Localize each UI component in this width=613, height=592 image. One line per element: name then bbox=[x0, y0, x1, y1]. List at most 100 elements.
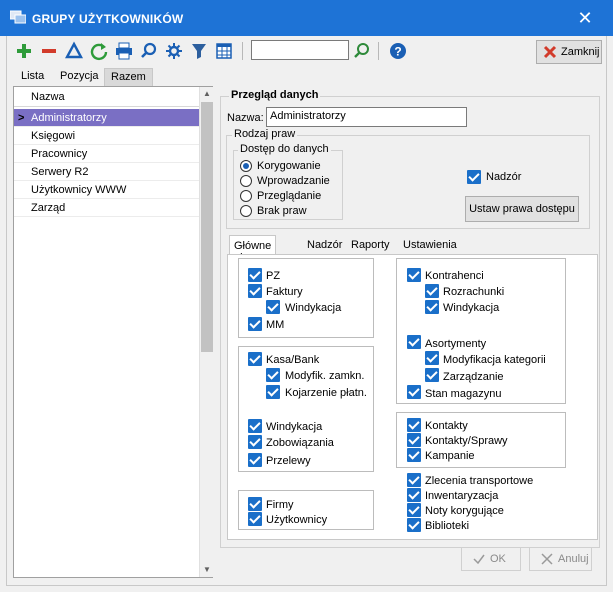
checkbox-zlecenia[interactable] bbox=[407, 473, 421, 487]
checkbox-zobowiazania[interactable] bbox=[248, 435, 262, 449]
checkbox-kojarzenie[interactable] bbox=[266, 385, 280, 399]
svg-text:?: ? bbox=[394, 45, 401, 59]
ok-button[interactable]: OK bbox=[461, 547, 521, 571]
radio-label: Wprowadzanie bbox=[257, 175, 330, 187]
plus-icon[interactable] bbox=[14, 41, 34, 61]
checkbox-label: Kojarzenie płatn. bbox=[285, 387, 367, 399]
list-header[interactable]: Nazwa bbox=[14, 87, 200, 107]
toolbar-separator bbox=[378, 42, 379, 60]
checkbox-windykacja-kontrahenci[interactable] bbox=[425, 300, 439, 314]
search-icon[interactable] bbox=[139, 41, 159, 61]
filter-icon[interactable] bbox=[189, 41, 209, 61]
radio-korygowanie[interactable] bbox=[240, 160, 252, 172]
checkbox-label: PZ bbox=[266, 270, 281, 282]
window-close-icon[interactable]: ✕ bbox=[572, 6, 598, 30]
radio-wprowadzanie[interactable] bbox=[240, 175, 252, 187]
check-icon bbox=[473, 554, 485, 565]
scroll-down-icon[interactable]: ▼ bbox=[200, 563, 214, 577]
ok-button-label: OK bbox=[490, 553, 506, 565]
list-item[interactable]: Księgowi bbox=[14, 127, 200, 145]
list-item[interactable]: Użytkownicy WWW bbox=[14, 181, 200, 199]
checkbox-stan-magazynu[interactable] bbox=[407, 385, 421, 399]
checkbox-kontakty[interactable] bbox=[407, 418, 421, 432]
checkbox-label: Noty korygujące bbox=[425, 505, 504, 517]
checkbox-windykacja[interactable] bbox=[248, 419, 262, 433]
triangle-icon[interactable] bbox=[64, 41, 84, 61]
row-marker: > bbox=[18, 112, 25, 124]
list-item[interactable]: > Administratorzy bbox=[14, 109, 200, 127]
checkbox-label: Inwentaryzacja bbox=[425, 490, 499, 502]
checkbox-label: Biblioteki bbox=[425, 520, 470, 532]
checkbox-label: Windykacja bbox=[266, 421, 323, 433]
help-icon[interactable]: ? bbox=[388, 41, 408, 61]
minus-icon[interactable] bbox=[39, 41, 59, 61]
search-input[interactable] bbox=[251, 40, 349, 60]
radio-przegladanie[interactable] bbox=[240, 190, 252, 202]
supervision-checkbox[interactable] bbox=[467, 170, 481, 184]
list-item[interactable]: Pracownicy bbox=[14, 145, 200, 163]
checkbox-kampanie[interactable] bbox=[407, 448, 421, 462]
list-item-label: Pracownicy bbox=[31, 148, 88, 160]
checkbox-label: Przelewy bbox=[266, 455, 311, 467]
checkbox-uzytkownicy[interactable] bbox=[248, 512, 262, 526]
checkbox-zarzadzanie[interactable] bbox=[425, 368, 439, 382]
name-field[interactable]: Administratorzy bbox=[266, 107, 467, 127]
radio-brak-praw[interactable] bbox=[240, 205, 252, 217]
checkbox-modyfikacja-kategorii[interactable] bbox=[425, 351, 439, 365]
search-go-icon[interactable] bbox=[352, 41, 372, 61]
toolbar-separator bbox=[242, 42, 243, 60]
checkbox-kontakty-sprawy[interactable] bbox=[407, 433, 421, 447]
checkbox-label: Kontrahenci bbox=[425, 270, 484, 282]
tab-lista[interactable]: Lista bbox=[15, 68, 50, 86]
list-item-label: Użytkownicy WWW bbox=[31, 184, 127, 196]
cancel-button-label: Anuluj bbox=[558, 553, 589, 565]
tab-nadzor[interactable]: Nadzór bbox=[303, 235, 346, 255]
checkbox-label: Firmy bbox=[266, 499, 294, 511]
refresh-icon[interactable] bbox=[89, 41, 109, 61]
checkbox-firmy[interactable] bbox=[248, 497, 262, 511]
tab-glowne-okna[interactable]: Główne okna bbox=[229, 235, 277, 264]
tab-raporty[interactable]: Raporty bbox=[347, 235, 394, 255]
app-icon bbox=[10, 10, 26, 24]
settings-icon[interactable] bbox=[164, 41, 184, 61]
close-button-label: Zamknij bbox=[561, 46, 600, 58]
toolbar: ? Zamknij bbox=[6, 38, 607, 64]
checkbox-biblioteki[interactable] bbox=[407, 518, 421, 532]
list-item-label: Serwery R2 bbox=[31, 166, 89, 178]
checkbox-mm[interactable] bbox=[248, 317, 262, 331]
tab-razem[interactable]: Razem bbox=[104, 68, 153, 86]
checkbox-faktury[interactable] bbox=[248, 284, 262, 298]
cancel-button[interactable]: Anuluj bbox=[529, 547, 592, 571]
list-item-label: Księgowi bbox=[31, 130, 76, 142]
checkbox-label: Stan magazynu bbox=[425, 388, 502, 400]
checkbox-label: Kontakty/Sprawy bbox=[425, 435, 508, 447]
checkbox-label: Rozrachunki bbox=[443, 286, 505, 298]
checkbox-windykacja-faktury[interactable] bbox=[266, 300, 280, 314]
checkbox-modyfik-zamkn[interactable] bbox=[266, 368, 280, 382]
checkbox-kasa-bank[interactable] bbox=[248, 352, 262, 366]
checkbox-przelewy[interactable] bbox=[248, 453, 262, 467]
scroll-up-icon[interactable]: ▲ bbox=[200, 87, 214, 101]
checkbox-rozrachunki[interactable] bbox=[425, 284, 439, 298]
cancel-x-icon bbox=[541, 553, 553, 565]
close-button[interactable]: Zamknij bbox=[536, 40, 602, 64]
checkbox-inwentaryzacja[interactable] bbox=[407, 488, 421, 502]
scroll-thumb[interactable] bbox=[201, 102, 213, 352]
list-item[interactable]: Zarząd bbox=[14, 199, 200, 217]
list-scrollbar[interactable]: ▲ ▼ bbox=[199, 87, 213, 577]
close-x-icon bbox=[543, 45, 557, 59]
details-title: Przegląd danych bbox=[229, 89, 321, 101]
list-item[interactable]: Serwery R2 bbox=[14, 163, 200, 181]
tab-pozycja[interactable]: Pozycja bbox=[54, 68, 105, 86]
radio-label: Korygowanie bbox=[257, 160, 321, 172]
set-rights-button[interactable]: Ustaw prawa dostępu bbox=[465, 196, 579, 222]
name-label: Nazwa: bbox=[227, 112, 264, 124]
tab-ustawienia[interactable]: Ustawienia bbox=[399, 235, 461, 255]
radio-label: Brak praw bbox=[257, 205, 307, 217]
columns-icon[interactable] bbox=[214, 41, 234, 61]
print-icon[interactable] bbox=[114, 41, 134, 61]
checkbox-kontrahenci[interactable] bbox=[407, 268, 421, 282]
checkbox-asortymenty[interactable] bbox=[407, 335, 421, 349]
checkbox-pz[interactable] bbox=[248, 268, 262, 282]
checkbox-noty[interactable] bbox=[407, 503, 421, 517]
